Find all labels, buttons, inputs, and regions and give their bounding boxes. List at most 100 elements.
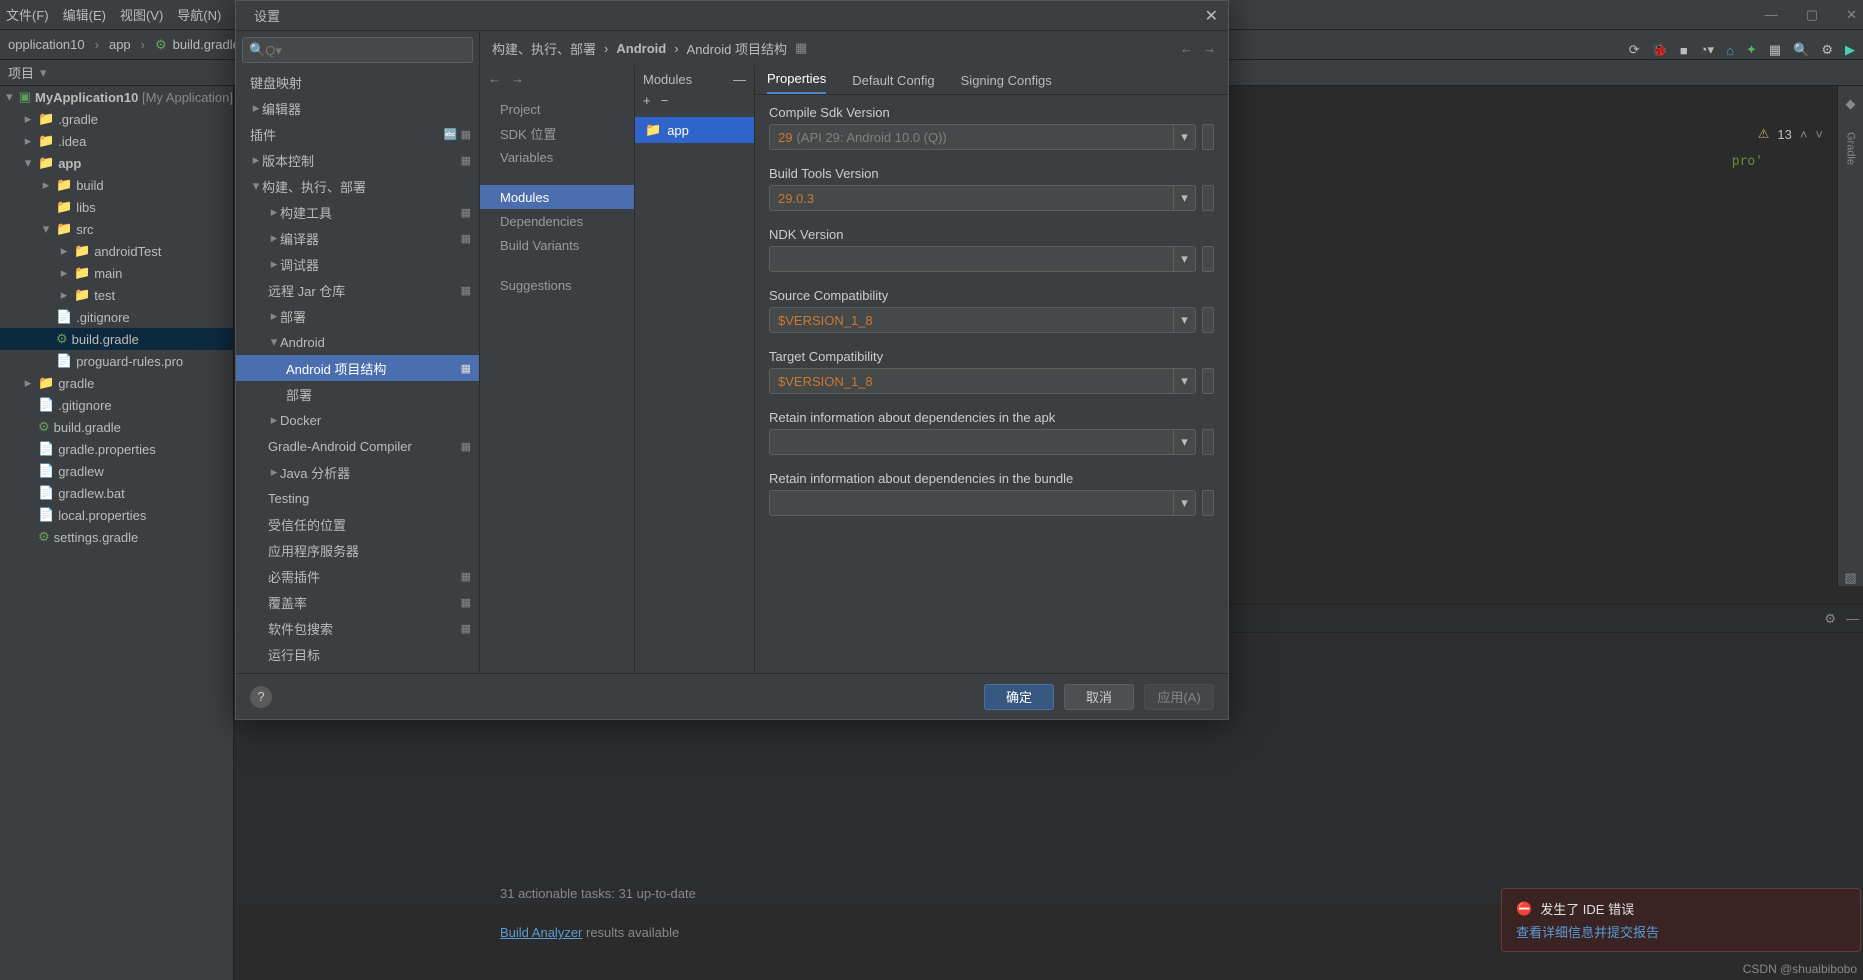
mid-variables[interactable]: Variables — [480, 145, 634, 169]
cat-trusted[interactable]: 受信任的位置 — [236, 511, 479, 537]
dialog-close-icon[interactable]: ✕ — [1205, 6, 1218, 26]
chevron-down-icon[interactable]: ▾ — [1173, 247, 1195, 271]
chevron-down-icon[interactable]: ▾ — [1173, 125, 1195, 149]
crumb-a[interactable]: 构建、执行、部署 — [492, 39, 596, 58]
tree-folder[interactable]: 📁libs — [0, 196, 233, 218]
chevron-down-icon[interactable]: ▾ — [1173, 308, 1195, 332]
breadcrumb-root[interactable]: opplication10 — [8, 37, 85, 52]
breadcrumb-module[interactable]: app — [109, 37, 131, 52]
cat-debugger[interactable]: ▸调试器 — [236, 251, 479, 277]
tree-file[interactable]: 📄local.properties — [0, 504, 233, 526]
breadcrumb-file[interactable]: build.gradle — [173, 37, 240, 52]
build-analyzer-link[interactable]: Build Analyzer — [500, 925, 582, 940]
chevron-down-icon[interactable]: ▾ — [1173, 186, 1195, 210]
chevron-down-icon[interactable]: ▾ — [1173, 491, 1195, 515]
remove-module-icon[interactable]: − — [661, 93, 669, 117]
cat-plugins[interactable]: 插件🔤 ▦ — [236, 121, 479, 147]
cat-compiler[interactable]: ▸编译器▦ — [236, 225, 479, 251]
mid-deps[interactable]: Dependencies — [480, 209, 634, 233]
tree-folder[interactable]: ▸📁main — [0, 262, 233, 284]
tree-file[interactable]: 📄gradlew — [0, 460, 233, 482]
cat-build[interactable]: ▾构建、执行、部署 — [236, 173, 479, 199]
bug-icon[interactable]: 🐞 — [1652, 42, 1668, 58]
target-compat-select[interactable]: $VERSION_1_8▾ — [769, 368, 1196, 394]
grid-icon[interactable]: ▦ — [795, 40, 807, 56]
chevron-down-icon[interactable]: ▾ — [1173, 430, 1195, 454]
cat-remote-jar[interactable]: 远程 Jar 仓库▦ — [236, 277, 479, 303]
mid-suggestions[interactable]: Suggestions — [480, 273, 634, 297]
settings-search[interactable]: 🔍 — [242, 37, 473, 63]
mid-modules[interactable]: Modules — [480, 185, 634, 209]
error-details-link[interactable]: 查看详细信息并提交报告 — [1516, 922, 1846, 941]
dropdown-icon[interactable]: ▾ — [40, 65, 47, 81]
edit-icon[interactable] — [1202, 185, 1214, 211]
menu-view[interactable]: 视图(V) — [120, 5, 163, 24]
cat-gradle-android[interactable]: Gradle-Android Compiler▦ — [236, 433, 479, 459]
cat-editor[interactable]: ▸编辑器 — [236, 95, 479, 121]
tab-signing[interactable]: Signing Configs — [961, 67, 1052, 94]
edit-icon[interactable] — [1202, 124, 1214, 150]
warning-icon[interactable]: ⚠ — [1758, 126, 1770, 142]
retain-apk-select[interactable]: ▾ — [769, 429, 1196, 455]
crumb-b[interactable]: Android — [616, 41, 666, 56]
window-close-icon[interactable]: ✕ — [1846, 7, 1857, 23]
tab-properties[interactable]: Properties — [767, 65, 826, 94]
up-icon[interactable]: ˄ — [1800, 127, 1808, 142]
tree-file[interactable]: 📄proguard-rules.pro — [0, 350, 233, 372]
down-icon[interactable]: ˅ — [1815, 127, 1823, 142]
cat-java-analyzer[interactable]: ▸Java 分析器 — [236, 459, 479, 485]
cat-deploy2[interactable]: 部署 — [236, 381, 479, 407]
tree-folder[interactable]: ▸📁test — [0, 284, 233, 306]
tree-folder[interactable]: ▸📁.idea — [0, 130, 233, 152]
refresh-icon[interactable]: ⟳ — [1629, 42, 1640, 58]
cat-deploy[interactable]: ▸部署 — [236, 303, 479, 329]
add-module-icon[interactable]: + — [643, 93, 651, 117]
cat-app-server[interactable]: 应用程序服务器 — [236, 537, 479, 563]
cat-testing[interactable]: Testing — [236, 485, 479, 511]
ndk-select[interactable]: ▾ — [769, 246, 1196, 272]
window-maximize-icon[interactable]: ▢ — [1806, 7, 1818, 23]
cat-android-struct[interactable]: Android 项目结构▦ — [236, 355, 479, 381]
search-icon[interactable]: 🔍 — [1793, 42, 1809, 58]
project-tree[interactable]: ▾▣MyApplication10 [My Application] ▸📁.gr… — [0, 86, 234, 980]
tree-folder[interactable]: ▸📁androidTest — [0, 240, 233, 262]
cat-docker[interactable]: ▸Docker — [236, 407, 479, 433]
gradle-tool-icon[interactable]: ◆ — [1846, 96, 1856, 112]
chevron-down-icon[interactable]: ▾ — [1173, 369, 1195, 393]
cancel-button[interactable]: 取消 — [1064, 684, 1134, 710]
mid-variants[interactable]: Build Variants — [480, 233, 634, 257]
source-compat-select[interactable]: $VERSION_1_8▾ — [769, 307, 1196, 333]
nav-back-icon[interactable]: ← — [488, 71, 501, 86]
compile-sdk-select[interactable]: 29(API 29: Android 10.0 (Q))▾ — [769, 124, 1196, 150]
nav-back-icon[interactable]: ← — [1180, 41, 1193, 56]
tree-file[interactable]: 📄.gitignore — [0, 394, 233, 416]
profiler-icon[interactable]: ◔▾ — [1700, 42, 1714, 58]
cat-required[interactable]: 必需插件▦ — [236, 563, 479, 589]
cat-android[interactable]: ▾Android — [236, 329, 479, 355]
nav-forward-icon[interactable]: → — [511, 71, 524, 86]
tree-file-build-gradle[interactable]: ⚙build.gradle — [0, 328, 233, 350]
minimize-icon[interactable]: — — [733, 72, 746, 87]
stop-icon[interactable]: ■ — [1680, 43, 1688, 58]
cat-run-target[interactable]: 运行目标 — [236, 641, 479, 667]
gear-icon[interactable]: ⚙ — [1821, 42, 1833, 58]
tree-root[interactable]: ▾▣MyApplication10 [My Application] — [0, 86, 233, 108]
menu-file[interactable]: 文件(F) — [6, 5, 49, 24]
gradle-label[interactable]: Gradle — [1845, 132, 1857, 165]
tree-folder[interactable]: ▸📁gradle — [0, 372, 233, 394]
mid-project[interactable]: Project — [480, 97, 634, 121]
edit-icon[interactable] — [1202, 429, 1214, 455]
tree-file[interactable]: 📄gradlew.bat — [0, 482, 233, 504]
build-tools-select[interactable]: 29.0.3▾ — [769, 185, 1196, 211]
edit-icon[interactable] — [1202, 307, 1214, 333]
help-icon[interactable]: ? — [250, 686, 272, 708]
retain-bundle-select[interactable]: ▾ — [769, 490, 1196, 516]
sdk-icon[interactable]: ▦ — [1769, 42, 1781, 58]
tree-file[interactable]: ⚙settings.gradle — [0, 526, 233, 548]
module-app[interactable]: 📁app — [635, 117, 754, 143]
emulator-icon[interactable]: ▧ — [1844, 570, 1856, 586]
cat-coverage[interactable]: 覆盖率▦ — [236, 589, 479, 615]
tree-file[interactable]: 📄.gitignore — [0, 306, 233, 328]
tree-folder[interactable]: ▸📁.gradle — [0, 108, 233, 130]
cat-build-tools[interactable]: ▸构建工具▦ — [236, 199, 479, 225]
